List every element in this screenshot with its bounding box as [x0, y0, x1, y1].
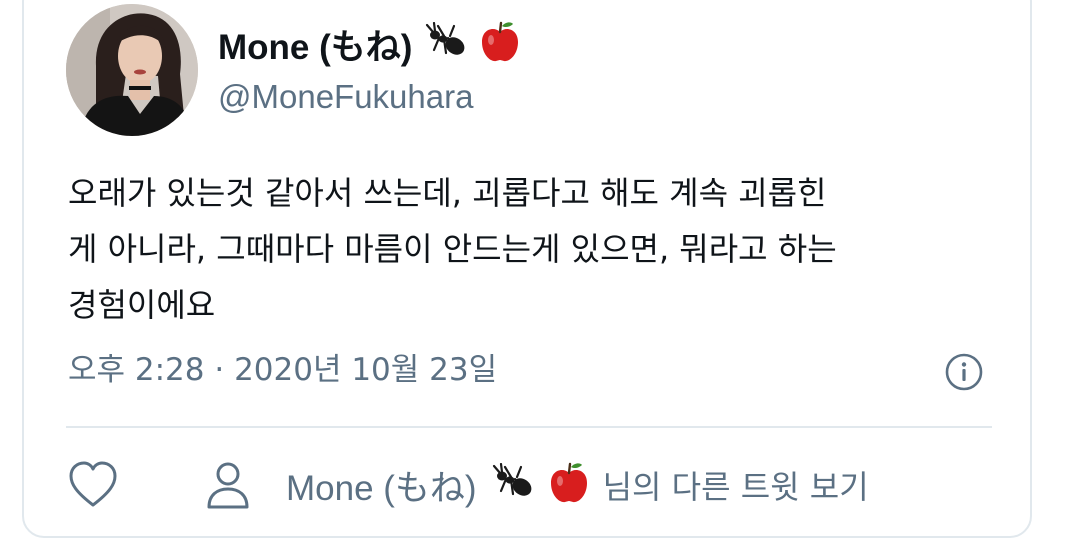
user-handle[interactable]: @MoneFukuhara — [218, 78, 473, 116]
display-name[interactable]: Mone (もね) — [218, 19, 412, 70]
info-icon[interactable] — [944, 352, 984, 392]
tweet-text-line: 경험이에요 — [68, 286, 216, 324]
heart-icon[interactable] — [66, 458, 120, 512]
profile-link-name[interactable]: Mone (もね) — [286, 460, 477, 511]
apple-emoji-icon — [549, 461, 589, 509]
ant-emoji-icon — [424, 21, 468, 66]
ant-emoji-icon — [491, 462, 535, 507]
profile-link-suffix[interactable]: 님의 다른 트윗 보기 — [603, 462, 869, 508]
user-icon — [204, 459, 252, 511]
tweet-timestamp[interactable]: 오후 2:28 · 2020년 10월 23일 — [68, 344, 497, 389]
tweet-text-line: 오래가 있는것 같아서 쓰는데, 괴롭다고 해도 계속 괴롭힌 — [68, 174, 827, 212]
divider — [66, 426, 992, 428]
apple-emoji-icon — [480, 20, 520, 68]
view-more-tweets-link[interactable]: Mone (もね) 님의 다른 트윗 보기 — [204, 456, 869, 514]
user-name-row[interactable]: Mone (もね) — [218, 20, 520, 68]
tweet-text: 오래가 있는것 같아서 쓰는데, 괴롭다고 해도 계속 괴롭힌 게 아니라, 그… — [68, 165, 988, 333]
avatar[interactable] — [66, 4, 198, 136]
tweet-text-line: 게 아니라, 그때마다 마름이 안드는게 있으면, 뭐라고 하는 — [68, 230, 837, 268]
